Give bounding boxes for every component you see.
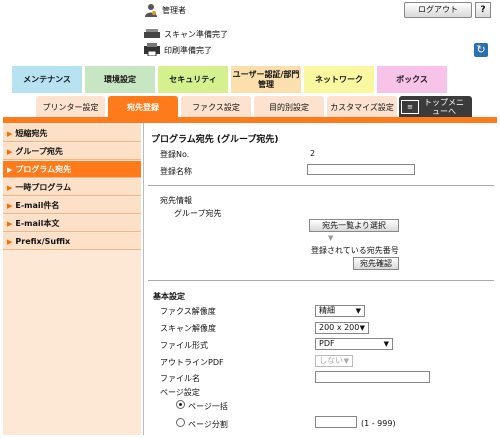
reg-no-label: 登録No. [160,150,190,159]
scanner-icon [144,28,160,39]
outline-pdf-select[interactable]: しない ▼ [315,355,353,367]
arrow-icon: ▶ [7,148,13,156]
sidebar-item-email-body[interactable]: ▶ E-mail本文 [3,215,141,232]
divider [148,185,494,186]
arrow-icon: ▶ [7,238,13,246]
divider [148,280,494,281]
outline-pdf-label: アウトラインPDF [160,358,224,367]
sidebar-item-email-subject[interactable]: ▶ E-mail件名 [3,197,141,214]
radio-page-all[interactable] [176,400,185,409]
page-title: プログラム宛先 (グループ宛先) [151,135,279,145]
dest-info-label: 宛先情報 [160,196,192,205]
arrow-icon: ▶ [7,130,13,138]
arrow-icon: ▶ [7,220,13,228]
user-name: 管理者 [162,6,186,15]
fax-res-select[interactable]: 精細 ▼ [315,305,365,317]
tab-purpose-settings[interactable]: 目的別設定 [254,96,324,118]
file-format-select[interactable]: PDF ▼ [315,338,393,350]
user-icon [144,3,158,17]
chevron-down-icon: ▼ [383,340,389,348]
arrow-icon: ▶ [7,202,13,210]
radio-page-split[interactable] [176,418,185,427]
reg-no-value: 2 [310,149,316,158]
tab-top-menu-label: トップメニューへ [424,98,464,116]
sidebar-item-speed-dial[interactable]: ▶ 短縮宛先 [3,125,141,142]
chevron-down-icon: ▼ [343,357,349,365]
sidebar-item-prefix-suffix[interactable]: ▶ Prefix/Suffix [3,233,141,250]
group-dest-label: グループ宛先 [174,209,222,218]
tab-destination-registration[interactable]: 宛先登録 [108,96,178,118]
arrow-icon: ▶ [7,184,13,192]
tab-customize-settings[interactable]: カスタマイズ設定 [327,96,397,118]
fax-res-label: ファクス解像度 [160,307,216,316]
scan-status: スキャン準備完了 [164,30,228,39]
divider [143,123,144,435]
tab-box[interactable]: ボックス [377,66,447,93]
confirm-dest-button[interactable]: 宛先確認 [353,257,399,270]
tab-fax-settings[interactable]: ファクス設定 [181,96,251,118]
file-format-label: ファイル形式 [160,341,208,350]
select-from-list-button[interactable]: 宛先一覧より選択 [309,219,399,232]
logout-button[interactable]: ログアウト [404,2,472,18]
page-split-range: (1 - 999) [361,419,396,428]
tab-top-menu[interactable]: ≡ トップメニューへ [399,96,472,118]
tab-printer-settings[interactable]: プリンター設定 [36,96,105,118]
printer-icon [144,43,160,57]
scan-res-label: スキャン解像度 [160,324,216,333]
tab-environment[interactable]: 環境設定 [85,66,155,93]
file-name-label: ファイル名 [160,374,200,383]
tab-maintenance[interactable]: メンテナンス [12,66,82,93]
down-arrow-icon: ▼ [328,234,334,242]
page-split-input[interactable] [315,416,357,428]
sidebar-item-temp-program[interactable]: ▶ 一時プログラム [3,179,141,196]
refresh-icon[interactable]: ↻ [474,43,488,57]
page-setting-label: ページ設定 [160,388,200,397]
print-status: 印刷準備完了 [164,46,212,55]
radio-page-split-label: ページ分割 [188,420,228,429]
scan-res-select[interactable]: 200 x 200 ▼ [315,322,369,334]
tab-network[interactable]: ネットワーク [304,66,374,93]
reg-name-input[interactable] [307,164,415,175]
tab-security[interactable]: セキュリティ [158,66,228,93]
arrow-icon: ▶ [7,166,13,174]
file-name-input[interactable] [315,371,430,383]
radio-page-all-label: ページ一括 [188,402,228,411]
basic-settings-title: 基本設定 [153,292,185,301]
sidebar-item-group[interactable]: ▶ グループ宛先 [3,143,141,160]
registered-label: 登録されている宛先番号 [311,246,399,255]
tab-user-auth[interactable]: ユーザー認証/部門管理 [231,66,301,93]
chevron-down-icon: ▼ [359,324,365,332]
menu-icon: ≡ [401,100,419,114]
chevron-down-icon: ▼ [355,307,361,315]
sidebar-item-program[interactable]: ▶ プログラム宛先 [3,161,141,178]
reg-name-label: 登録名称 [160,167,192,176]
help-button[interactable]: ? [475,2,491,18]
